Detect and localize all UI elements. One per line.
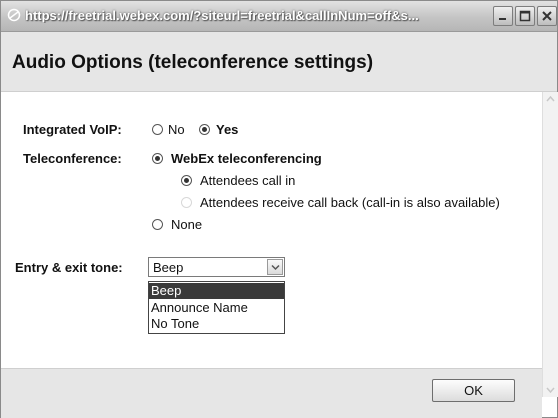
minimize-button[interactable] <box>493 6 513 26</box>
tone-option-announce-name[interactable]: Announce Name <box>149 300 284 316</box>
scroll-up-icon[interactable] <box>543 92 558 106</box>
maximize-icon <box>519 10 531 22</box>
scroll-down-icon[interactable] <box>543 383 558 397</box>
teleconference-none-label: None <box>171 217 203 232</box>
chevron-down-icon <box>271 264 280 271</box>
attendees-call-back-label: Attendees receive call back (call-in is … <box>200 195 500 210</box>
voip-no-radio[interactable] <box>152 124 163 135</box>
title-bar[interactable]: https://freetrial.webex.com/?siteurl=fre… <box>1 1 557 32</box>
vertical-scrollbar[interactable] <box>542 92 558 397</box>
attendees-call-in-label: Attendees call in <box>200 173 296 188</box>
tone-select[interactable]: Beep <box>148 257 285 277</box>
tone-label: Entry & exit tone: <box>15 260 123 275</box>
close-icon <box>542 11 552 21</box>
minimize-icon <box>499 18 506 20</box>
voip-no-label: No <box>168 122 185 137</box>
close-button[interactable] <box>537 6 557 26</box>
webex-teleconferencing-label: WebEx teleconferencing <box>171 151 322 166</box>
teleconference-label: Teleconference: <box>23 151 122 166</box>
tone-dropdown-list: Beep Announce Name No Tone <box>148 281 285 334</box>
dialog-header: Audio Options (teleconference settings) <box>1 32 557 92</box>
window-title: https://freetrial.webex.com/?siteurl=fre… <box>25 8 419 23</box>
voip-label: Integrated VoIP: <box>23 122 122 137</box>
tone-dropdown-button[interactable] <box>267 259 283 275</box>
voip-yes-radio[interactable] <box>199 124 210 135</box>
webex-teleconferencing-radio[interactable] <box>152 153 163 164</box>
teleconference-none-radio[interactable] <box>152 219 163 230</box>
tone-select-value: Beep <box>153 260 184 275</box>
attendees-call-in-radio[interactable] <box>181 175 192 186</box>
tone-option-beep[interactable]: Beep <box>149 283 284 299</box>
ok-button[interactable]: OK <box>432 379 515 402</box>
attendees-call-back-radio[interactable] <box>181 197 192 208</box>
tone-option-no-tone[interactable]: No Tone <box>149 316 284 332</box>
page-title: Audio Options (teleconference settings) <box>12 52 374 73</box>
audio-options-window: https://freetrial.webex.com/?siteurl=fre… <box>0 0 558 418</box>
voip-yes-label: Yes <box>216 122 239 137</box>
browser-icon <box>7 8 21 22</box>
maximize-button[interactable] <box>515 6 535 26</box>
